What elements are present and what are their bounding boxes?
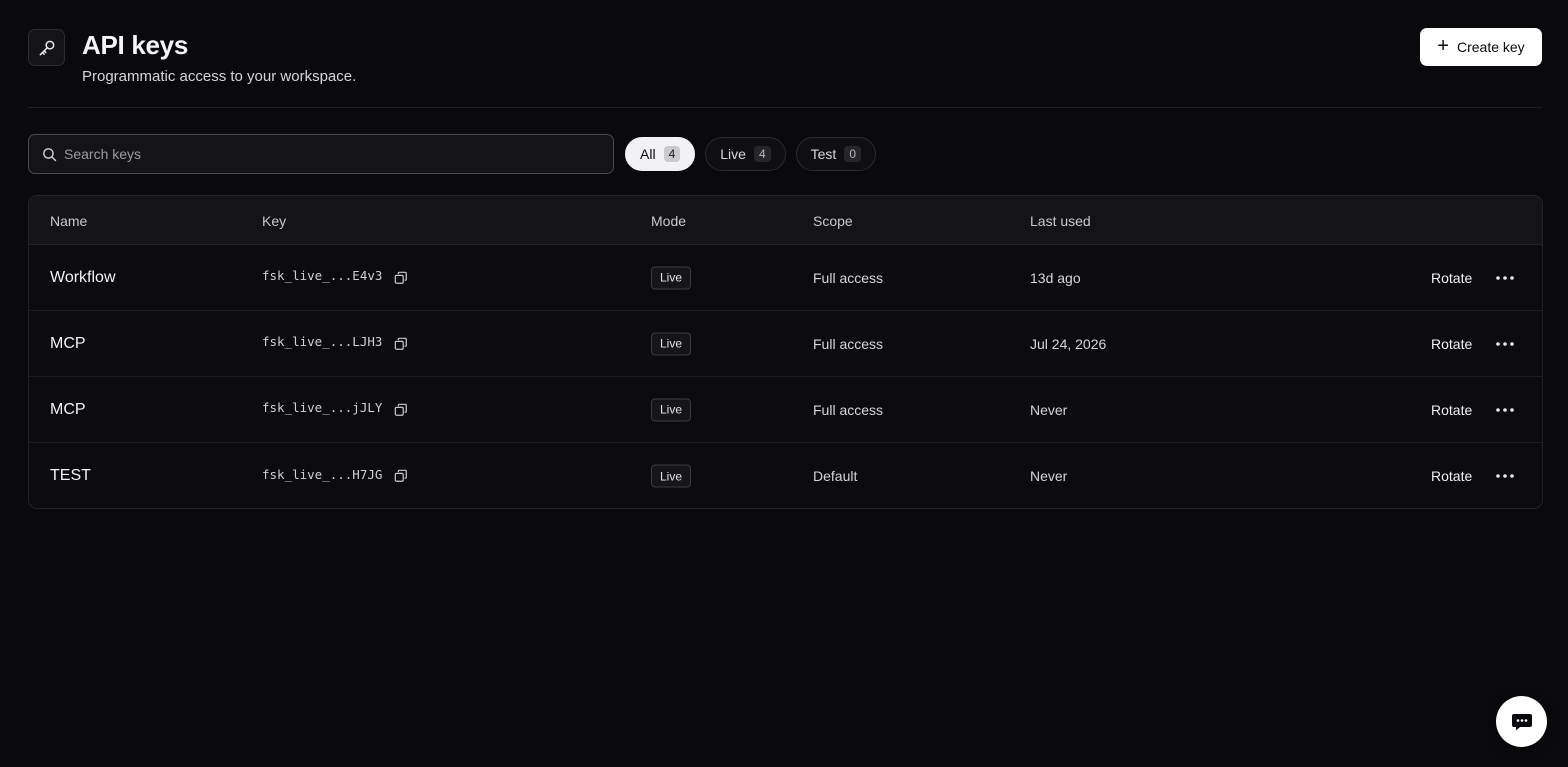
more-options-icon[interactable] xyxy=(1495,336,1515,352)
api-keys-page: API keys Programmatic access to your wor… xyxy=(0,0,1568,767)
key-value: fsk_live_...H7JG xyxy=(262,465,408,483)
table-row: TEST fsk_live_...H7JG Live Default Never… xyxy=(29,443,1542,508)
key-icon xyxy=(28,29,65,66)
key-name: Workflow xyxy=(50,268,116,286)
key-name: MCP xyxy=(50,400,86,418)
filter-chip-count: 4 xyxy=(753,146,771,162)
more-options-icon[interactable] xyxy=(1495,468,1515,484)
chat-icon xyxy=(1511,712,1533,732)
key-token: fsk_live_...jJLY xyxy=(262,400,383,415)
rotate-button[interactable]: Rotate xyxy=(1431,270,1472,286)
key-token: fsk_live_...LJH3 xyxy=(262,334,383,349)
search-input[interactable] xyxy=(64,146,613,162)
more-options-icon[interactable] xyxy=(1495,402,1515,418)
key-last-used: Jul 24, 2026 xyxy=(1030,335,1107,352)
rotate-button[interactable]: Rotate xyxy=(1431,402,1472,418)
key-last-used: 13d ago xyxy=(1030,269,1081,286)
copy-icon[interactable] xyxy=(394,403,408,417)
rotate-button[interactable]: Rotate xyxy=(1431,336,1472,352)
filter-chip-label: All xyxy=(640,146,656,162)
filter-chip-live[interactable]: Live 4 xyxy=(705,137,786,171)
table-header: Name Key Mode Scope Last used xyxy=(29,196,1542,245)
column-header-last-used: Last used xyxy=(1030,213,1091,229)
mode-badge: Live xyxy=(651,464,692,488)
table-row: MCP fsk_live_...jJLY Live Full access Ne… xyxy=(29,377,1542,443)
plus-icon: + xyxy=(1437,35,1449,57)
column-header-key: Key xyxy=(262,213,287,229)
filter-chip-count: 4 xyxy=(663,146,681,162)
key-value: fsk_live_...jJLY xyxy=(262,399,408,417)
copy-icon[interactable] xyxy=(394,271,408,285)
key-token: fsk_live_...H7JG xyxy=(262,466,383,482)
key-scope: Full access xyxy=(813,335,884,352)
more-options-icon[interactable] xyxy=(1495,270,1515,286)
rotate-button[interactable]: Rotate xyxy=(1431,468,1472,484)
api-keys-table: Name Key Mode Scope Last used Workflow f… xyxy=(28,195,1543,509)
chat-launcher-button[interactable] xyxy=(1496,696,1547,747)
key-name: TEST xyxy=(50,467,91,484)
copy-icon[interactable] xyxy=(394,469,408,483)
key-last-used: Never xyxy=(1030,468,1068,484)
key-scope: Full access xyxy=(813,269,884,286)
filter-chips: All 4 Live 4 Test 0 xyxy=(625,137,876,171)
page-title: API keys xyxy=(82,30,189,60)
page-subtitle: Programmatic access to your workspace. xyxy=(82,68,357,85)
create-key-button[interactable]: + Create key xyxy=(1420,28,1542,66)
column-header-mode: Mode xyxy=(651,213,687,229)
key-last-used: Never xyxy=(1030,401,1068,418)
column-header-name: Name xyxy=(50,213,88,229)
filter-chip-test[interactable]: Test 0 xyxy=(795,137,876,171)
filter-chip-count: 0 xyxy=(844,146,861,162)
create-key-label: Create key xyxy=(1456,39,1525,55)
mode-badge: Live xyxy=(651,266,692,289)
table-row: MCP fsk_live_...LJH3 Live Full access Ju… xyxy=(29,311,1542,377)
key-value: fsk_live_...E4v3 xyxy=(262,267,408,285)
copy-icon[interactable] xyxy=(394,337,408,351)
key-scope: Default xyxy=(813,468,858,484)
key-value: fsk_live_...LJH3 xyxy=(262,333,408,351)
table-row: Workflow fsk_live_...E4v3 Live Full acce… xyxy=(29,245,1542,311)
column-header-scope: Scope xyxy=(813,213,853,229)
key-name: MCP xyxy=(50,334,86,352)
search-icon xyxy=(41,146,58,163)
filter-chip-label: Live xyxy=(720,146,746,162)
page-header: API keys Programmatic access to your wor… xyxy=(28,28,1542,108)
key-scope: Full access xyxy=(813,401,884,418)
search-box xyxy=(28,134,614,174)
mode-badge: Live xyxy=(651,398,692,421)
mode-badge: Live xyxy=(651,332,692,355)
filter-chip-all[interactable]: All 4 xyxy=(625,137,696,171)
key-token: fsk_live_...E4v3 xyxy=(262,268,383,283)
filter-chip-label: Test xyxy=(810,146,837,162)
